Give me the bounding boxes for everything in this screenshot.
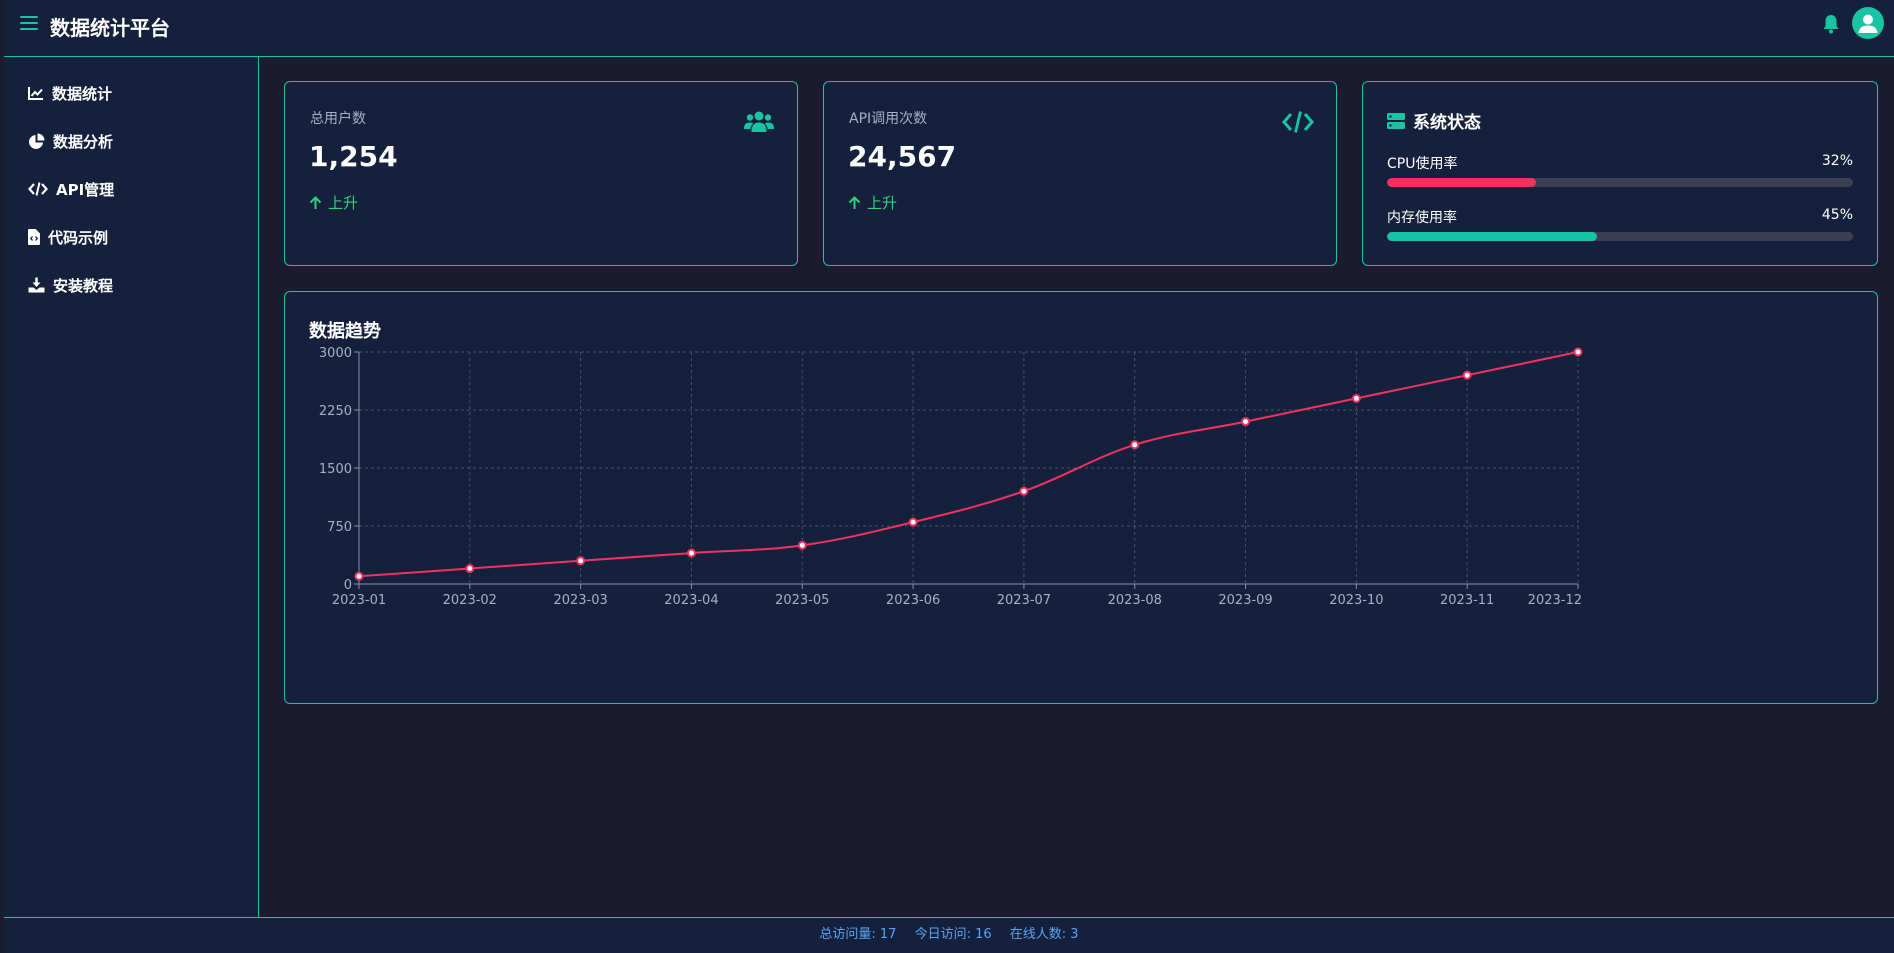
- data-point: [465, 564, 475, 574]
- memory-usage-value: 45%: [1821, 207, 1853, 223]
- sidebar-item-label: 代码示例: [48, 228, 109, 247]
- y-tick-label: 2250: [319, 404, 352, 419]
- users-stat-card: 总用户数 1,254 上升: [284, 81, 798, 266]
- sidebar-item-label: 数据统计: [52, 84, 113, 103]
- data-point: [1241, 417, 1251, 427]
- sidebar-item-data-analysis[interactable]: 数据分析: [28, 126, 113, 156]
- arrow-up-icon: [309, 195, 322, 209]
- api-trend-label: 上升: [867, 194, 898, 212]
- line-chart-icon: [28, 87, 43, 100]
- system-status-card: 系统状态 CPU使用率 32% 内存使用率 45%: [1362, 81, 1878, 266]
- users-stat-value: 1,254: [309, 140, 398, 173]
- users-trend-label: 上升: [328, 194, 359, 212]
- user-icon: [1858, 14, 1878, 33]
- system-status-title: 系统状态: [1387, 108, 1481, 133]
- data-point: [1130, 440, 1140, 450]
- data-point: [797, 540, 807, 550]
- api-stat-value: 24,567: [848, 140, 957, 173]
- data-point: [1019, 486, 1029, 496]
- sidebar: 数据统计 数据分析 API管理 代码示例 安装教程: [4, 57, 259, 917]
- download-icon: [28, 277, 45, 293]
- x-tick-label: 2023-03: [553, 593, 607, 608]
- footer-stats: 总访问量: 17 今日访问: 16 在线人数: 3: [4, 917, 1894, 953]
- trend-chart-card: 数据趋势 0 750 1500 2250 3000 2023-01 2023-02 2023-…: [284, 291, 1878, 704]
- hamburger-icon[interactable]: [20, 16, 38, 34]
- users-stat-label: 总用户数: [310, 111, 366, 127]
- y-tick-label: 3000: [319, 346, 352, 361]
- x-tick-label: 2023-07: [997, 593, 1051, 608]
- series-line: [358, 351, 1579, 578]
- data-point: [1351, 393, 1361, 403]
- x-tick-label: 2023-08: [1108, 593, 1162, 608]
- trend-line-chart: 0 750 1500 2250 3000 2023-01 2023-02 2023-03 202…: [319, 346, 1583, 608]
- arrow-up-icon: [848, 195, 861, 209]
- users-icon: [744, 110, 774, 138]
- cpu-usage-label: CPU使用率: [1387, 156, 1458, 172]
- data-point: [576, 556, 586, 566]
- y-tick-label: 1500: [319, 462, 352, 477]
- sidebar-item-api[interactable]: API管理: [28, 174, 114, 204]
- cpu-usage-value: 32%: [1821, 153, 1853, 169]
- user-avatar[interactable]: [1852, 7, 1884, 39]
- api-trend: 上升: [848, 192, 897, 213]
- x-tick-label: 2023-01: [332, 593, 386, 608]
- footer-today-visits: 今日访问: 16: [914, 927, 992, 942]
- sidebar-item-label: 数据分析: [53, 132, 114, 151]
- users-trend: 上升: [309, 192, 358, 213]
- bell-icon[interactable]: [1822, 14, 1840, 34]
- data-point: [354, 571, 364, 581]
- x-tick-label: 2023-10: [1329, 593, 1383, 608]
- file-code-icon: [28, 229, 40, 245]
- x-tick-label: 2023-11: [1440, 593, 1494, 608]
- memory-usage-bar: [1387, 232, 1853, 241]
- cpu-usage-bar: [1387, 178, 1853, 187]
- y-tick-label: 750: [327, 520, 352, 535]
- data-point: [908, 517, 918, 527]
- x-tick-label: 2023-06: [886, 593, 940, 608]
- api-stat-label: API调用次数: [849, 111, 928, 127]
- sidebar-item-data-stats[interactable]: 数据统计: [28, 78, 112, 108]
- data-point: [686, 548, 696, 558]
- cpu-usage-bar-fill: [1387, 178, 1537, 187]
- memory-usage-bar-fill: [1387, 232, 1597, 241]
- data-point: [1462, 370, 1472, 380]
- server-icon: [1387, 112, 1405, 129]
- data-point: [1573, 347, 1583, 357]
- app-title: 数据统计平台: [50, 16, 170, 40]
- footer-total-visits: 总访问量: 17: [819, 927, 897, 942]
- memory-usage-label: 内存使用率: [1387, 210, 1457, 226]
- sidebar-item-label: API管理: [56, 180, 115, 199]
- x-tick-label: 2023-04: [664, 593, 718, 608]
- sidebar-item-install-guide[interactable]: 安装教程: [28, 270, 113, 300]
- sidebar-item-label: 安装教程: [53, 276, 114, 295]
- app-root: 数据统计平台 数据统计 数据分析 API管理 代码示例 安装教程 总用户数 1,…: [4, 0, 1894, 953]
- sidebar-item-code-examples[interactable]: 代码示例: [28, 222, 108, 252]
- x-tick-label: 2023-09: [1218, 593, 1272, 608]
- top-header: 数据统计平台: [4, 0, 1894, 57]
- system-status-title-text: 系统状态: [1413, 113, 1481, 133]
- pie-chart-icon: [29, 133, 45, 149]
- x-tick-label: 2023-05: [775, 593, 829, 608]
- y-tick-label: 0: [344, 578, 352, 593]
- x-tick-label: 2023-12: [1528, 593, 1582, 608]
- footer-online-users: 在线人数: 3: [1009, 927, 1079, 942]
- code-icon: [28, 182, 48, 196]
- x-tick-label: 2023-02: [443, 593, 497, 608]
- api-stat-card: API调用次数 24,567 上升: [823, 81, 1337, 266]
- code-icon: [1282, 110, 1314, 138]
